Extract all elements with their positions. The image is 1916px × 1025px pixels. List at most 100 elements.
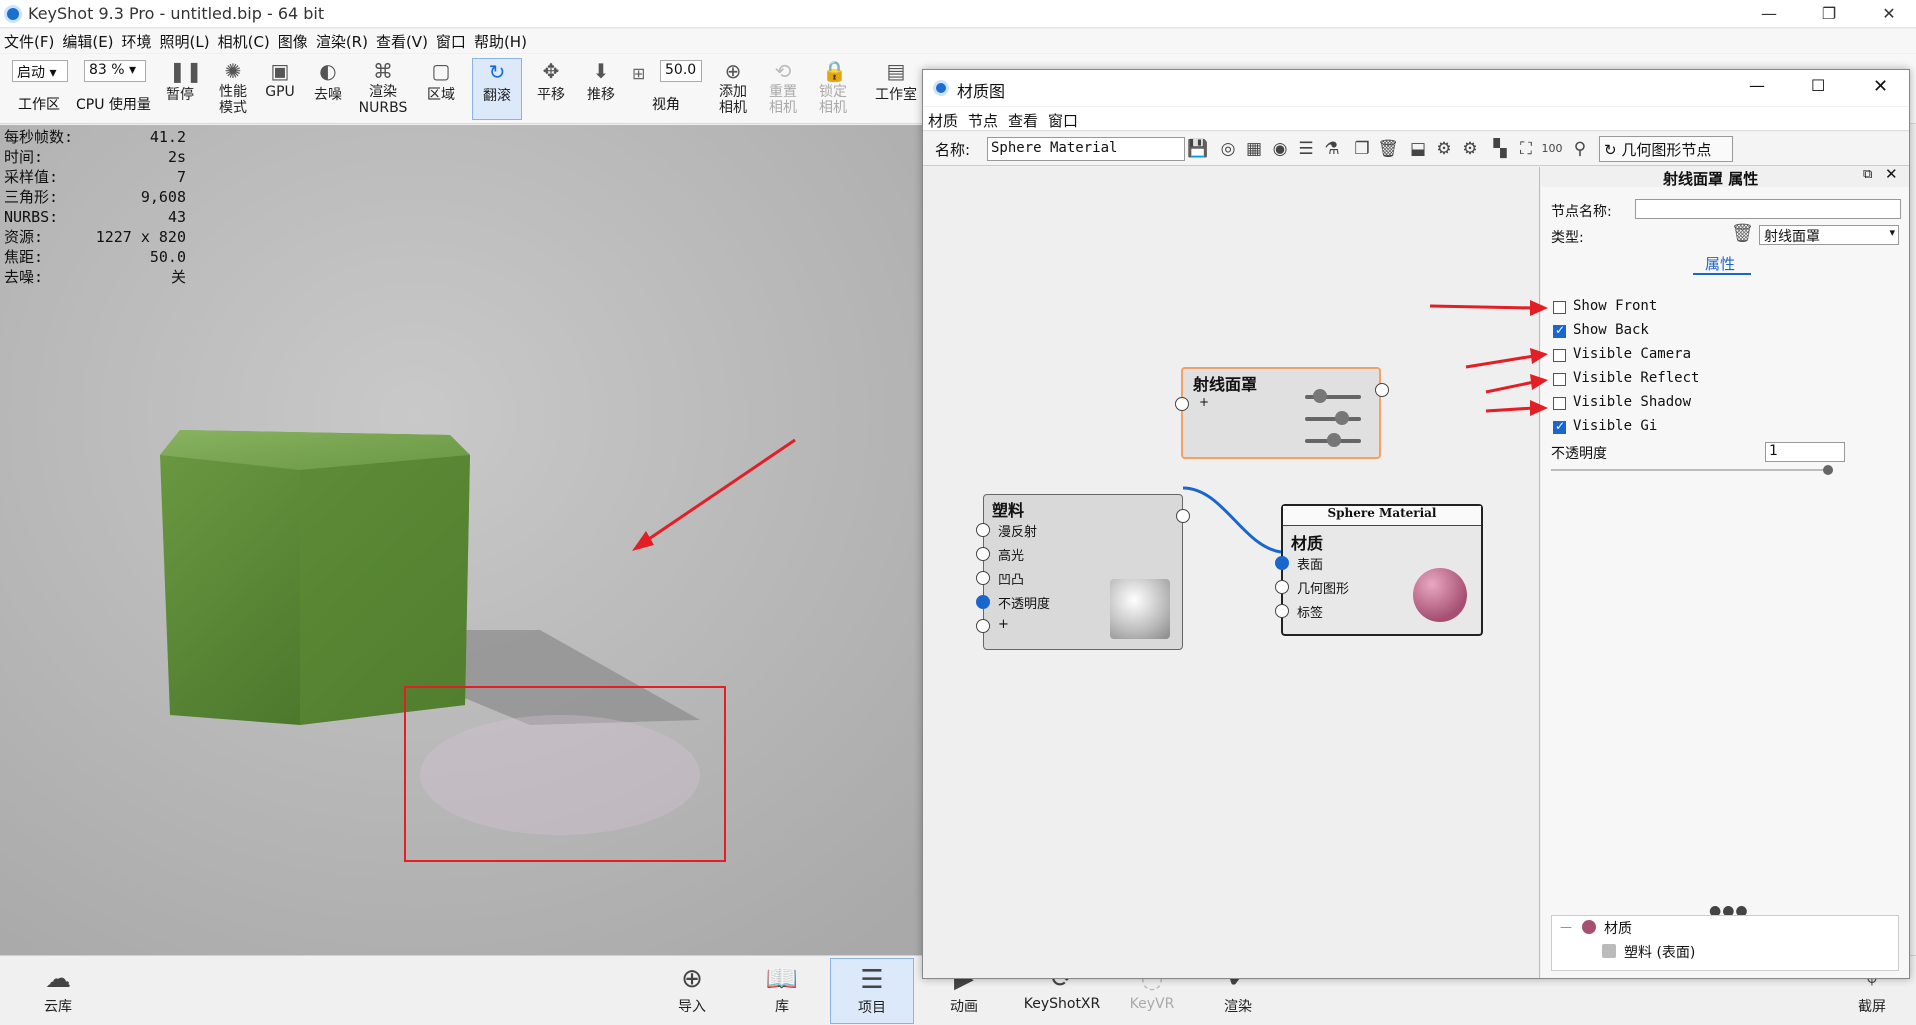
menu-edit[interactable]: 编辑(E) (58, 29, 117, 54)
studio-button[interactable]: ▤ 工作室 (872, 58, 920, 120)
render-nurbs-button[interactable]: ⌘ 渲染 NURBS (358, 58, 408, 120)
node-icon[interactable]: ⬓ (1407, 138, 1429, 160)
props-title: 射线面罩 属性 (1663, 170, 1759, 188)
performance-mode-button[interactable]: ✺ 性能 模式 (210, 58, 256, 120)
visible-camera-checkbox[interactable] (1553, 349, 1566, 362)
tree-plastic-label[interactable]: 塑料 (表面) (1624, 942, 1695, 962)
visible-reflect-checkbox[interactable] (1553, 373, 1566, 386)
import-button[interactable]: ⊕ 导入 (650, 958, 734, 1024)
menu-lighting[interactable]: 照明(L) (156, 29, 214, 54)
menu-environment[interactable]: 环境 (118, 29, 156, 54)
trash-icon[interactable]: 🗑 (1731, 223, 1754, 244)
menu-render[interactable]: 渲染(R) (312, 29, 372, 54)
bump-port[interactable] (976, 571, 990, 585)
book-icon: 📖 (765, 964, 799, 994)
material-name-input[interactable]: Sphere Material (987, 137, 1185, 161)
zoom-100-icon[interactable]: 100 (1541, 138, 1563, 160)
ray-output-port[interactable] (1375, 383, 1389, 397)
plastic-node[interactable]: 塑料 漫反射 高光 凹凸 不透明度 + (976, 494, 1190, 650)
node-graph-canvas[interactable]: 射线面罩 + 塑料 漫反射 高光 凹凸 不透明度 + Sphere Materi… (923, 167, 1540, 978)
delete-icon[interactable]: 🗑 (1377, 138, 1399, 160)
mat-menu-view[interactable]: 查看 (1003, 107, 1043, 134)
denoise-button[interactable]: ◐ 去噪 (308, 58, 348, 120)
diffuse-port[interactable] (976, 523, 990, 537)
menu-window[interactable]: 窗口 (432, 29, 470, 54)
surface-port[interactable] (1275, 556, 1289, 570)
material-ball-icon (1582, 920, 1596, 934)
cloud-label: 云库 (44, 999, 72, 1015)
opacity-slider-track[interactable] (1551, 469, 1833, 471)
add-camera-button[interactable]: ⊕ 添加 相机 (712, 58, 754, 120)
mat-menu-material[interactable]: 材质 (923, 107, 963, 134)
material-maximize-button[interactable]: ☐ (1811, 76, 1825, 95)
plastic-icon (1602, 944, 1616, 958)
copy-icon[interactable]: ❐ (1351, 138, 1373, 160)
menu-view[interactable]: 查看(V) (372, 29, 432, 54)
dolly-button[interactable]: ⬇ 推移 (580, 58, 622, 120)
region-label: 区域 (427, 87, 455, 103)
ray-switch-node[interactable]: 射线面罩 + (1175, 367, 1389, 459)
tab-properties[interactable]: 属性 (1705, 253, 1735, 274)
opacity-slider-handle[interactable] (1823, 465, 1833, 475)
render-viewport[interactable]: 每秒帧数: 41.2 时间: 2s 采样值: 7 三角形: 9,608 NURBS: 43… (0, 125, 922, 955)
lock-camera-button[interactable]: 🔒 锁定 相机 (812, 58, 854, 120)
material-minimize-button[interactable]: — (1749, 76, 1765, 95)
region-icon: ▢ (431, 59, 451, 83)
pause-button[interactable]: ❚❚ 暂停 (160, 58, 203, 120)
opacity-port[interactable] (976, 595, 990, 609)
menu-file[interactable]: 文件(F) (0, 29, 58, 54)
pan-button[interactable]: ✥ 平移 (530, 58, 572, 120)
type-select[interactable]: 射线面罩 ▾ (1759, 225, 1899, 245)
specular-port[interactable] (976, 547, 990, 561)
mat-menu-node[interactable]: 节点 (963, 107, 1003, 134)
node-name-input[interactable] (1635, 199, 1901, 219)
minimize-button[interactable]: — (1746, 0, 1792, 28)
menu-camera[interactable]: 相机(C) (214, 29, 274, 54)
ray-input-port[interactable] (1175, 397, 1189, 411)
material-output-node[interactable]: Sphere Material 材质 表面 几何图形 标签 (1275, 504, 1483, 636)
tab-underline (1693, 273, 1751, 275)
layout-icon[interactable]: ▚ (1489, 138, 1511, 160)
tumble-button[interactable]: ↻ 翻滚 (472, 58, 522, 120)
cloud-library-button[interactable]: ☁ 云库 (16, 958, 100, 1024)
show-front-checkbox[interactable] (1553, 301, 1566, 314)
label-port[interactable] (1275, 604, 1289, 618)
close-panel-icon[interactable]: ✕ (1885, 165, 1898, 183)
visible-gi-checkbox[interactable] (1553, 419, 1566, 434)
cpu-usage-select[interactable]: 83 % ▾ (84, 60, 146, 82)
tree-material-label[interactable]: 材质 (1604, 918, 1632, 938)
show-back-checkbox[interactable] (1553, 323, 1566, 338)
share-icon[interactable]: ⚲ (1569, 138, 1591, 160)
material-close-button[interactable]: ✕ (1873, 76, 1888, 97)
fit-icon[interactable]: ⛶ (1515, 138, 1537, 160)
animation-icon[interactable]: ◉ (1269, 138, 1291, 160)
geometry-node-button[interactable]: ↻ 几何图形节点 (1599, 136, 1733, 162)
opacity-input[interactable]: 1 (1765, 442, 1845, 462)
reset-camera-button[interactable]: ⟲ 重置 相机 (762, 58, 804, 120)
material-window-title: 材质图 (957, 82, 1006, 101)
fov-input[interactable]: 50.0 (660, 60, 702, 82)
visible-shadow-checkbox[interactable] (1553, 397, 1566, 410)
gpu-button[interactable]: ▣ GPU (262, 58, 298, 120)
plastic-output-port[interactable] (1176, 509, 1190, 523)
plastic-preview-icon (1110, 579, 1170, 639)
zoom-icon[interactable]: ◎ (1217, 138, 1239, 160)
checker-icon[interactable]: ▦ (1243, 138, 1265, 160)
ungroup-icon[interactable]: ⚙ (1459, 138, 1481, 160)
geometry-port[interactable] (1275, 580, 1289, 594)
add-port[interactable] (976, 619, 990, 633)
undock-icon[interactable]: ⧉ (1863, 167, 1872, 182)
project-button[interactable]: ☰ 项目 (830, 958, 914, 1024)
workspace-select[interactable]: 启动 ▾ (12, 60, 68, 82)
mat-menu-window[interactable]: 窗口 (1043, 107, 1083, 134)
library-button[interactable]: 📖 库 (740, 958, 824, 1024)
menu-image[interactable]: 图像 (274, 29, 312, 54)
close-button[interactable]: ✕ (1866, 0, 1912, 28)
group-icon[interactable]: ⚙ (1433, 138, 1455, 160)
label-icon[interactable]: ⚗ (1321, 138, 1343, 160)
sliders-icon[interactable]: ☰ (1295, 138, 1317, 160)
save-icon[interactable]: 💾 (1187, 138, 1209, 160)
region-button[interactable]: ▢ 区域 (420, 58, 462, 120)
maximize-button[interactable]: ❐ (1806, 0, 1852, 28)
menu-help[interactable]: 帮助(H) (470, 29, 531, 54)
